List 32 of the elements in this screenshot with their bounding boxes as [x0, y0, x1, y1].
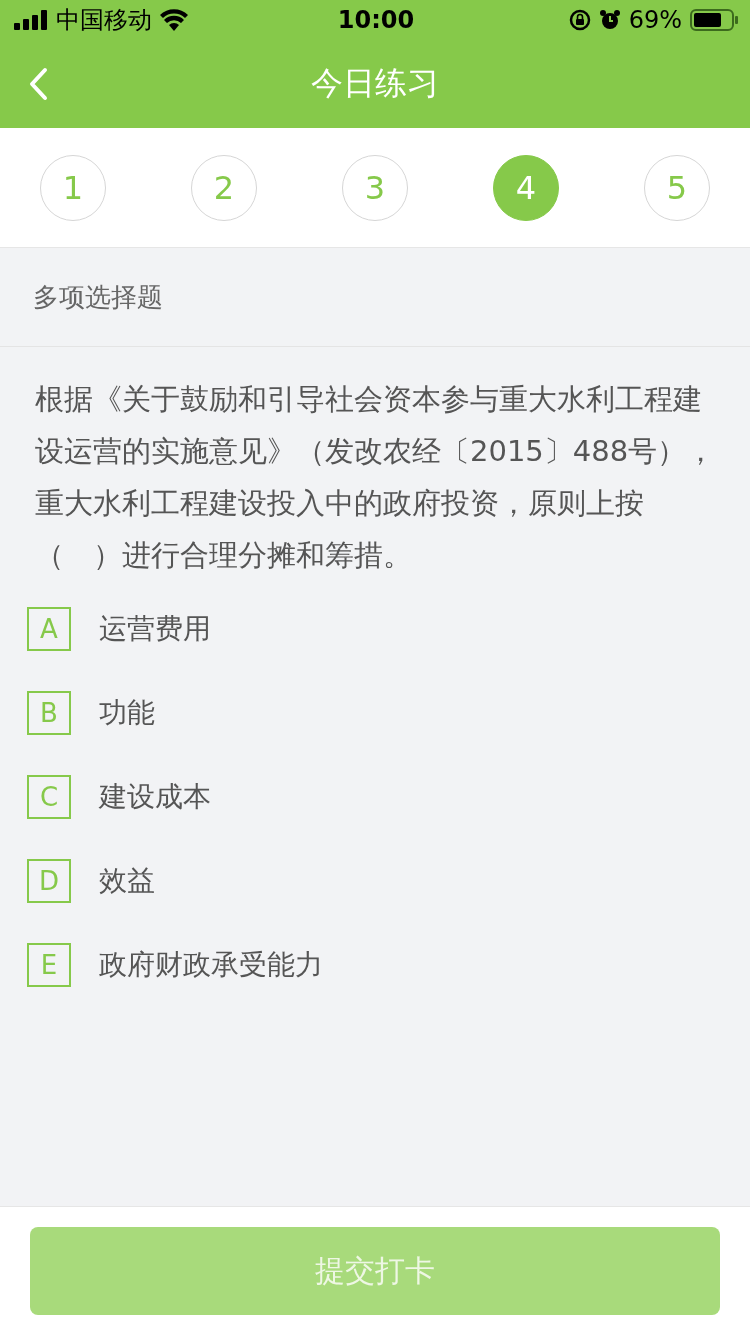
battery-percent: 69% [628, 6, 682, 34]
rotation-lock-icon [568, 9, 591, 31]
option-text: 效益 [99, 863, 155, 899]
answer-option[interactable]: B 功能 [27, 691, 155, 735]
answer-option[interactable]: D 效益 [27, 859, 155, 903]
option-letter-box: E [27, 943, 71, 987]
answer-option[interactable]: A 运营费用 [27, 607, 211, 651]
answer-option[interactable]: E 政府财政承受能力 [27, 943, 323, 987]
question-number-tab[interactable]: 1 [40, 154, 106, 221]
signal-icon [14, 10, 48, 30]
option-text: 建设成本 [99, 779, 211, 815]
wifi-icon [160, 9, 188, 31]
option-letter-box: A [27, 607, 71, 651]
option-letter-box: C [27, 775, 71, 819]
question-number-tab[interactable]: 2 [191, 154, 257, 221]
option-letter-box: B [27, 691, 71, 735]
question-number-tab[interactable]: 5 [644, 154, 710, 221]
status-time: 10:00 [337, 6, 415, 34]
page-title: 今日练习 [311, 64, 439, 102]
option-letter-box: D [27, 859, 71, 903]
back-icon[interactable] [28, 67, 48, 101]
answer-option[interactable]: C 建设成本 [27, 775, 211, 819]
carrier-name: 中国移动 [56, 5, 152, 36]
alarm-icon [598, 9, 621, 31]
question-text: 根据《关于鼓励和引导社会资本参与重大水利工程建设运营的实施意见》（发改农经〔2015〕488号），重大水利工程建设投入中的政府投资，原则上按（ ）进行合理分摊和筹措。 [34, 381, 717, 574]
option-text: 功能 [99, 695, 155, 731]
question-number-tab[interactable]: 3 [342, 154, 408, 221]
question-number-tab[interactable]: 4 [493, 154, 559, 221]
question-type: 多项选择题 [33, 280, 163, 314]
option-text: 政府财政承受能力 [99, 947, 323, 983]
option-text: 运营费用 [99, 611, 211, 647]
battery-icon [690, 9, 738, 31]
